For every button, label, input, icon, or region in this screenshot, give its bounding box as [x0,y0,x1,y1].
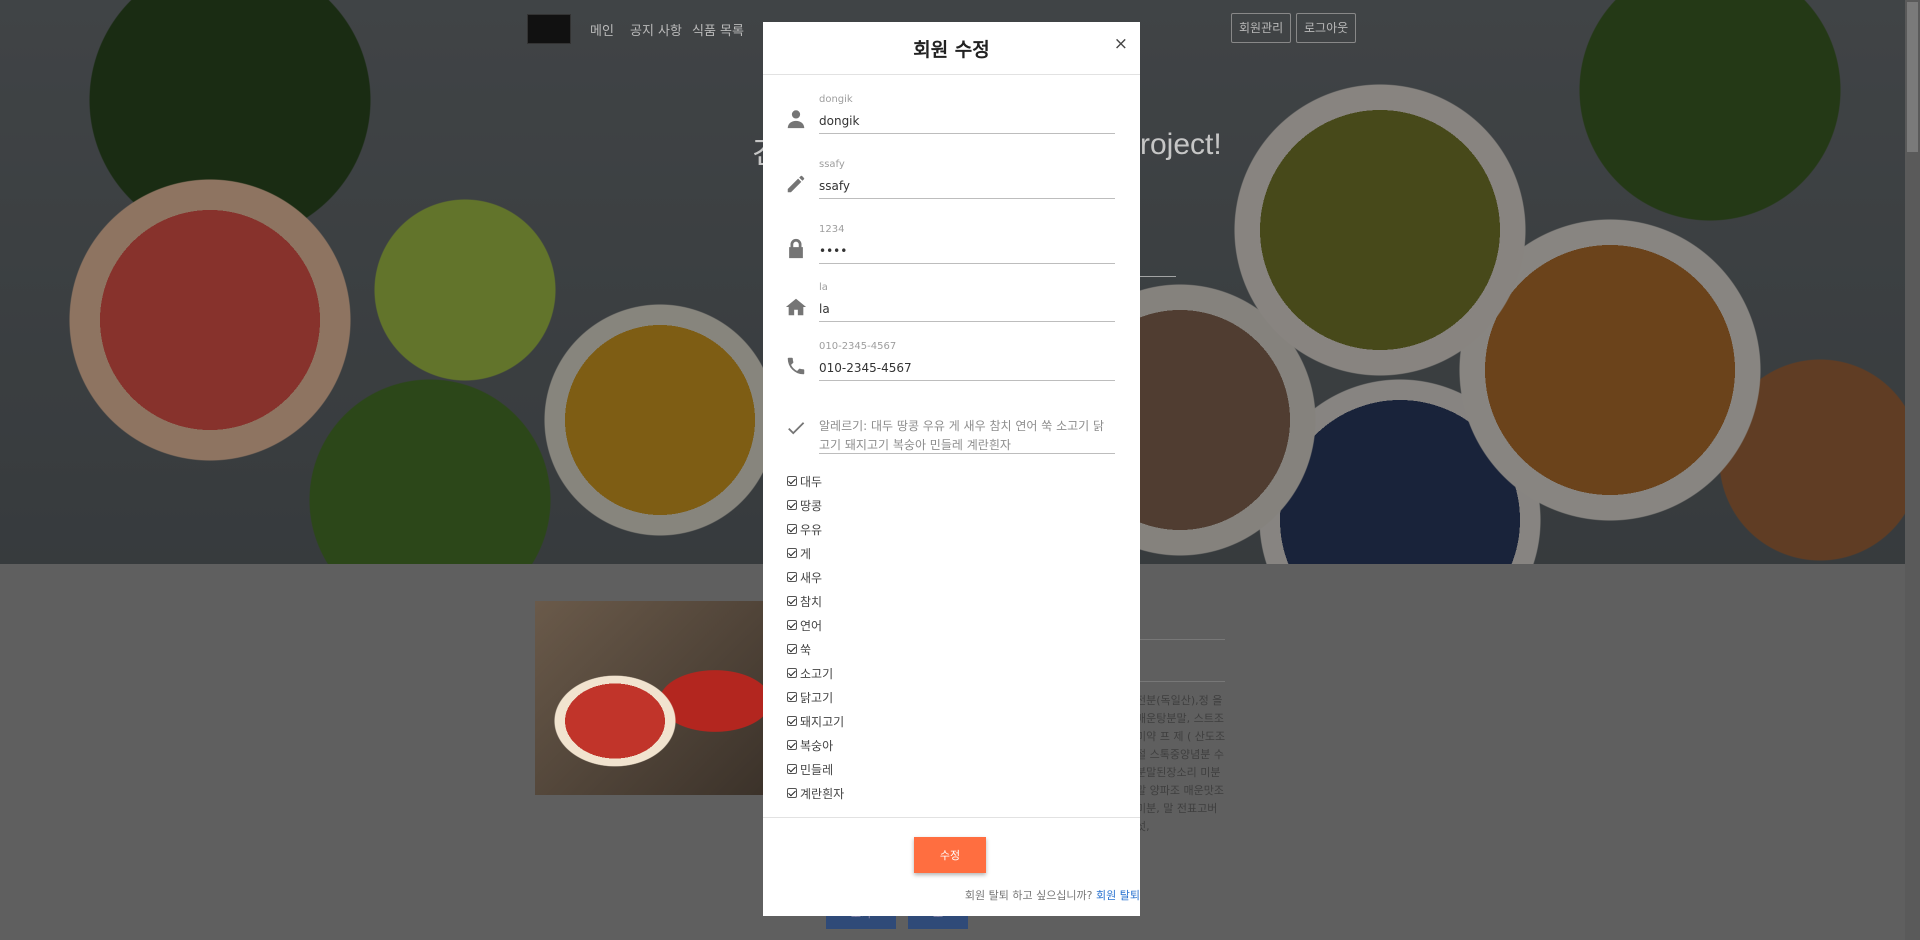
allergy-checkbox-label: 우유 [800,522,823,537]
withdraw-row: 회원 탈퇴 하고 싶으십니까? 회원 탈퇴 [965,887,1140,903]
member-edit-modal: 회원 수정 × dongik ssafy 1234 la [763,22,1140,916]
content-divider [1130,639,1225,640]
allergy-checkbox-item[interactable]: 계란흰자 [787,781,844,805]
phone-placeholder: 010-2345-4567 [819,341,897,352]
allergy-checkbox-item[interactable]: 연어 [787,613,844,637]
allergy-checkbox-item[interactable]: 닭고기 [787,685,844,709]
modal-header: 회원 수정 × [763,22,1140,75]
checkbox-checked-icon[interactable] [787,524,797,534]
submit-edit-button[interactable]: 수정 [914,837,986,873]
checkbox-checked-icon[interactable] [787,764,797,774]
nav-item-main[interactable]: 메인 [590,20,614,39]
food-image [535,601,775,795]
allergy-checkbox-item[interactable]: 소고기 [787,661,844,685]
address-input[interactable] [819,296,1115,322]
checkbox-checked-icon[interactable] [787,692,797,702]
modal-footer-divider [763,817,1140,818]
logout-button[interactable]: 로그아웃 [1296,13,1357,43]
nav-item-notice[interactable]: 공지 사항 [630,20,682,39]
checkbox-checked-icon[interactable] [787,620,797,630]
withdraw-link[interactable]: 회원 탈퇴 [1096,889,1140,902]
allergy-checkbox-item[interactable]: 민들레 [787,757,844,781]
allergy-checkbox-label: 대두 [800,474,823,489]
lock-icon [785,238,807,260]
checkbox-checked-icon[interactable] [787,596,797,606]
home-icon [785,296,807,318]
allergy-checkbox-label: 새우 [800,570,823,585]
allergy-checkbox-label: 복숭아 [800,738,834,753]
checkbox-checked-icon[interactable] [787,548,797,558]
nav-item-food-list[interactable]: 식품 목록 [692,20,744,39]
allergy-checkbox-item[interactable]: 돼지고기 [787,709,844,733]
allergy-checkbox-label: 참치 [800,594,823,609]
allergy-checkbox-label: 돼지고기 [800,714,845,729]
allergy-checkbox-item[interactable]: 쑥 [787,637,844,661]
allergy-checkbox-item[interactable]: 게 [787,541,844,565]
allergy-summary-text[interactable]: 알레르기: 대두 땅콩 우유 게 새우 참치 연어 쑥 소고기 닭고기 돼지고기… [819,417,1115,455]
content-divider [1130,681,1225,682]
site-logo[interactable] [527,14,571,44]
allergy-checkbox-item[interactable]: 참치 [787,589,844,613]
allergy-checkbox-item[interactable]: 새우 [787,565,844,589]
allergy-checkbox-item[interactable]: 대두 [787,469,844,493]
modal-title: 회원 수정 [913,39,990,61]
allergy-checkbox-item[interactable]: 복숭아 [787,733,844,757]
password-input[interactable] [819,173,1115,199]
allergy-checkbox-label: 민들레 [800,762,834,777]
pencil-icon [785,173,807,195]
allergy-checkbox-item[interactable]: 우유 [787,517,844,541]
phone-input[interactable] [819,355,1115,381]
withdraw-prompt: 회원 탈퇴 하고 싶으십니까? [964,889,1093,902]
checkbox-checked-icon[interactable] [787,788,797,798]
member-manage-button[interactable]: 회원관리 [1231,13,1292,43]
food-ingredients-text: 전분(독일산),정 을 매운탕분말, 스트조미약 프 제 ( 산도조절 스톡중양… [1136,694,1226,833]
checkbox-checked-icon[interactable] [787,500,797,510]
checkbox-checked-icon[interactable] [787,476,797,486]
checkbox-checked-icon[interactable] [787,740,797,750]
allergy-underline [819,453,1115,454]
checkbox-checked-icon[interactable] [787,644,797,654]
checkmark-icon [785,417,807,439]
allergy-checkbox-label: 땅콩 [800,498,823,513]
allergy-checkbox-label: 닭고기 [800,690,834,705]
allergy-checkbox-label: 게 [800,546,812,561]
close-icon[interactable]: × [1114,34,1128,54]
checkbox-checked-icon[interactable] [787,668,797,678]
password-placeholder: ssafy [819,159,845,170]
allergy-checkbox-label: 연어 [800,618,823,633]
checkbox-checked-icon[interactable] [787,716,797,726]
name-input[interactable] [819,238,1115,264]
page-scrollbar[interactable] [1905,0,1920,940]
name-placeholder: 1234 [819,224,845,235]
phone-icon [785,355,807,377]
address-placeholder: la [819,282,828,293]
id-input[interactable] [819,108,1115,134]
allergy-checkbox-item[interactable]: 땅콩 [787,493,844,517]
scrollbar-thumb[interactable] [1907,2,1918,152]
allergy-checkbox-label: 계란흰자 [800,786,845,801]
allergy-checkbox-label: 쑥 [800,642,812,657]
hero-title-right: roject! [1140,128,1222,161]
person-icon [785,108,807,130]
allergy-checkbox-label: 소고기 [800,666,834,681]
id-placeholder: dongik [819,94,853,105]
allergy-checkbox-list: 대두땅콩우유게새우참치연어쑥소고기닭고기돼지고기복숭아민들레계란흰자 [787,469,844,805]
checkbox-checked-icon[interactable] [787,572,797,582]
